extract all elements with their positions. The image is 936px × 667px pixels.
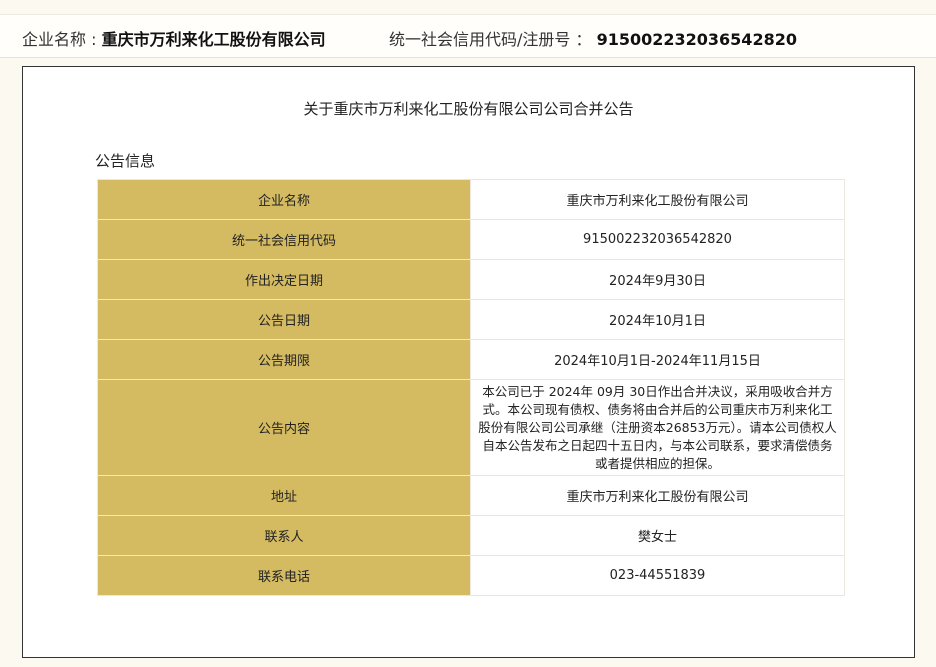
company-name-label: 企业名称 : bbox=[22, 30, 102, 49]
row-label: 联系电话 bbox=[97, 555, 471, 596]
row-label: 统一社会信用代码 bbox=[97, 219, 471, 260]
table-row: 地址 重庆市万利来化工股份有限公司 bbox=[97, 475, 845, 516]
row-value: 重庆市万利来化工股份有限公司 bbox=[470, 475, 845, 516]
row-value: 2024年9月30日 bbox=[470, 259, 845, 300]
row-label: 公告日期 bbox=[97, 299, 471, 340]
table-row: 作出决定日期 2024年9月30日 bbox=[97, 259, 845, 300]
notice-panel: 关于重庆市万利来化工股份有限公司公司合并公告 公告信息 企业名称 重庆市万利来化… bbox=[22, 66, 915, 658]
notice-info-table: 企业名称 重庆市万利来化工股份有限公司 统一社会信用代码 91500223203… bbox=[97, 179, 845, 596]
company-name-value: 重庆市万利来化工股份有限公司 bbox=[101, 30, 326, 49]
table-row: 联系人 樊女士 bbox=[97, 515, 845, 556]
credit-code-label: 统一社会信用代码/注册号 ： bbox=[389, 30, 597, 49]
row-value: 2024年10月1日 bbox=[470, 299, 845, 340]
row-value: 樊女士 bbox=[470, 515, 845, 556]
row-label: 公告内容 bbox=[97, 379, 471, 476]
credit-code-field: 统一社会信用代码/注册号 ： 915002232036542820 bbox=[389, 26, 797, 50]
table-row: 统一社会信用代码 915002232036542820 bbox=[97, 219, 845, 260]
row-value: 2024年10月1日-2024年11月15日 bbox=[470, 339, 845, 380]
row-value: 重庆市万利来化工股份有限公司 bbox=[470, 179, 845, 220]
company-name-field: 企业名称 : 重庆市万利来化工股份有限公司 bbox=[22, 26, 326, 50]
credit-code-value: 915002232036542820 bbox=[596, 30, 797, 49]
section-title: 公告信息 bbox=[95, 152, 156, 170]
row-label: 作出决定日期 bbox=[97, 259, 471, 300]
notice-content-value: 本公司已于 2024年 09月 30日作出合并决议，采用吸收合并方式。本公司现有… bbox=[470, 379, 845, 476]
table-row: 公告期限 2024年10月1日-2024年11月15日 bbox=[97, 339, 845, 380]
table-row: 公告内容 本公司已于 2024年 09月 30日作出合并决议，采用吸收合并方式。… bbox=[97, 379, 845, 476]
table-row: 企业名称 重庆市万利来化工股份有限公司 bbox=[97, 179, 845, 220]
row-value: 915002232036542820 bbox=[470, 219, 845, 260]
row-label: 企业名称 bbox=[97, 179, 471, 220]
row-label: 联系人 bbox=[97, 515, 471, 556]
table-row: 公告日期 2024年10月1日 bbox=[97, 299, 845, 340]
table-row: 联系电话 023-44551839 bbox=[97, 555, 845, 596]
row-label: 公告期限 bbox=[97, 339, 471, 380]
company-header-bar: 企业名称 : 重庆市万利来化工股份有限公司 统一社会信用代码/注册号 ： 915… bbox=[0, 14, 936, 58]
notice-title: 关于重庆市万利来化工股份有限公司公司合并公告 bbox=[303, 100, 634, 118]
row-label: 地址 bbox=[97, 475, 471, 516]
row-value: 023-44551839 bbox=[470, 555, 845, 596]
